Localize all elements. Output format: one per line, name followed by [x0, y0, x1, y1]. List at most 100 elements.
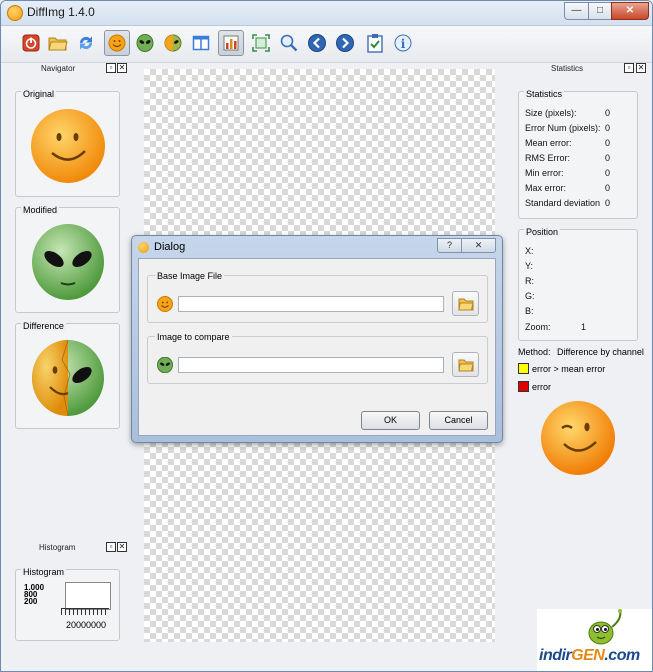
stat-size-value: 0 [605, 108, 611, 118]
histogram-group: Histogram 1.000 800 200 20000000 [15, 567, 120, 641]
previous-icon [308, 34, 326, 52]
fit-view-button[interactable] [248, 30, 274, 56]
statistics-close-button[interactable]: ✕ [636, 63, 646, 73]
alien-icon [136, 34, 154, 52]
histogram-label: Histogram [21, 567, 67, 577]
title-bar: DiffImg 1.4.0 — □ ✕ [1, 1, 652, 26]
zoom-button[interactable] [276, 30, 302, 56]
original-thumbnail-group: Original [15, 89, 120, 197]
pos-zoom-value: 1 [581, 322, 587, 332]
quit-icon [22, 34, 40, 52]
base-image-label: Base Image File [155, 271, 225, 281]
original-view-button[interactable] [104, 30, 130, 56]
svg-text:i: i [401, 37, 406, 51]
stat-mean-error-label: Mean error: [525, 138, 572, 148]
stat-size-label: Size (pixels): [525, 108, 577, 118]
dialog-close-button[interactable]: ✕ [461, 238, 496, 253]
navigator-dock-header: Navigator ▫ ✕ [1, 63, 131, 75]
stat-max-error-label: Max error: [525, 183, 567, 193]
open-folder-icon [457, 359, 474, 371]
checklist-icon [367, 34, 383, 53]
navigator-float-button[interactable]: ▫ [106, 63, 116, 73]
histogram-y-labels: 1.000 800 200 [24, 584, 44, 606]
wink-smiley-logo [541, 401, 615, 475]
position-group: Position X: Y: R: G: B: Zoom: 1 [518, 227, 638, 341]
watermark: indirGEN.com [537, 609, 652, 671]
compare-image-field[interactable] [178, 357, 444, 373]
modified-alien-image[interactable] [28, 221, 108, 303]
histogram-x-ticks [61, 608, 109, 615]
difference-icon [164, 34, 182, 52]
dialog-help-button[interactable]: ? [437, 238, 462, 253]
difference-view-button[interactable] [160, 30, 186, 56]
statistics-dock-header: Statistics ▫ ✕ [511, 63, 651, 75]
pos-g-label: G: [525, 291, 535, 301]
info-icon: i [394, 34, 412, 52]
next-icon [336, 34, 354, 52]
stat-error-num-label: Error Num (pixels): [525, 123, 601, 133]
histogram-float-button[interactable]: ▫ [106, 542, 116, 552]
compare-image-browse-button[interactable] [452, 352, 479, 377]
base-image-field[interactable] [178, 296, 444, 312]
main-window: DiffImg 1.4.0 — □ ✕ i Navigator ▫ ✕ Orig… [0, 0, 653, 672]
legend-error-label: error [532, 382, 552, 392]
modified-view-button[interactable] [132, 30, 158, 56]
previous-button[interactable] [304, 30, 330, 56]
position-label: Position [524, 227, 561, 237]
pos-y-label: Y: [525, 261, 534, 271]
dialog-title: Dialog [154, 241, 186, 253]
dialog-app-icon [138, 242, 149, 253]
statistics-group: Statistics Size (pixels): 0 Error Num (p… [518, 89, 638, 219]
stat-rms-error-value: 0 [605, 153, 611, 163]
histogram-dock-title: Histogram [39, 543, 76, 552]
histogram-close-button[interactable]: ✕ [117, 542, 127, 552]
ok-button[interactable]: OK [361, 411, 420, 430]
about-button[interactable]: i [390, 30, 416, 56]
base-image-group: Base Image File [147, 271, 488, 323]
open-button[interactable] [45, 30, 71, 56]
base-image-browse-button[interactable] [452, 291, 479, 316]
stat-min-error-value: 0 [605, 168, 611, 178]
histogram-dock-header: Histogram ▫ ✕ [1, 542, 131, 554]
maximize-button[interactable]: □ [588, 2, 612, 20]
watermark-prefix: indir [539, 647, 572, 664]
watermark-suffix: .com [604, 647, 640, 664]
chart-button[interactable] [218, 30, 244, 56]
smiley-icon [108, 34, 126, 52]
pos-b-label: B: [525, 306, 534, 316]
toolbar: i [1, 26, 652, 63]
alien-icon [157, 357, 173, 373]
method-label: Method: [518, 347, 551, 357]
statistics-float-button[interactable]: ▫ [624, 63, 634, 73]
dialog-body: Base Image File Image to compare OK Canc… [138, 258, 496, 436]
pos-r-label: R: [525, 276, 534, 286]
difference-image[interactable] [28, 337, 108, 419]
window-title: DiffImg 1.4.0 [27, 5, 95, 19]
original-label: Original [21, 89, 57, 99]
open-folder-icon [457, 298, 474, 310]
cancel-button[interactable]: Cancel [429, 411, 488, 430]
stat-rms-error-label: RMS Error: [525, 153, 570, 163]
stat-error-num-value: 0 [605, 123, 611, 133]
next-button[interactable] [332, 30, 358, 56]
close-button[interactable]: ✕ [611, 2, 649, 20]
method-value: Difference by channel [557, 347, 644, 357]
split-view-button[interactable] [188, 30, 214, 56]
watermark-text: indirGEN.com [539, 647, 640, 665]
refresh-button[interactable] [73, 30, 99, 56]
pos-x-label: X: [525, 246, 534, 256]
quit-button[interactable] [18, 30, 44, 56]
preferences-button[interactable] [362, 30, 388, 56]
statistics-label: Statistics [524, 89, 565, 99]
legend-yellow-swatch [518, 363, 529, 374]
stat-mean-error-value: 0 [605, 138, 611, 148]
legend-red-swatch [518, 381, 529, 392]
minimize-button[interactable]: — [564, 2, 589, 20]
open-folder-icon [48, 37, 68, 51]
navigator-close-button[interactable]: ✕ [117, 63, 127, 73]
stat-std-dev-label: Standard deviation [525, 198, 601, 208]
dialog-window: Dialog ? ✕ Base Image File Image to comp… [131, 235, 503, 443]
pos-zoom-label: Zoom: [525, 322, 551, 332]
original-smiley-image[interactable] [28, 106, 108, 186]
watermark-brand: GEN [571, 647, 605, 664]
